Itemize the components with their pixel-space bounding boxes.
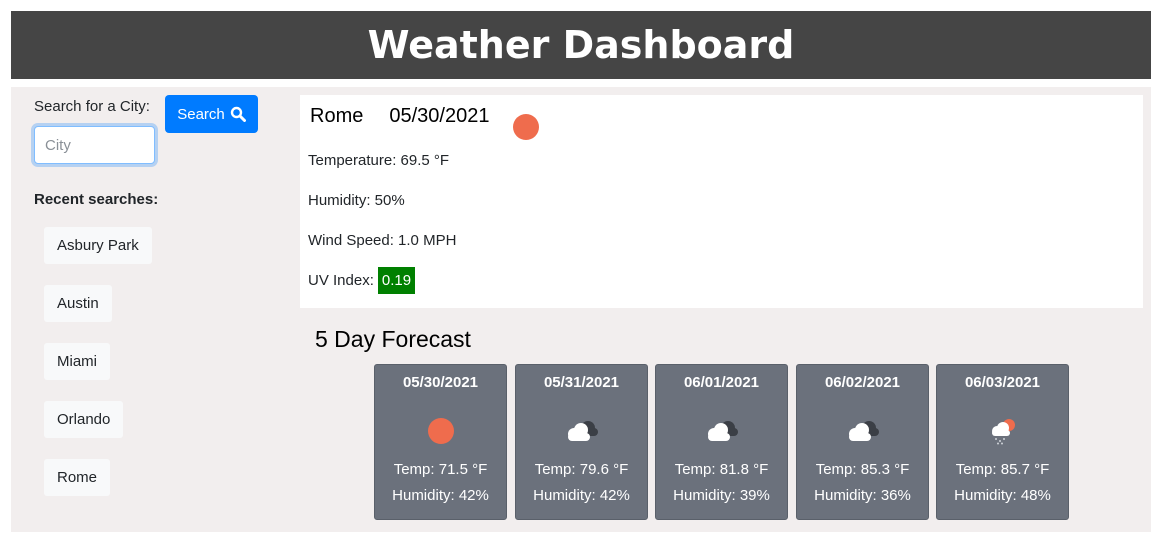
current-temperature: Temperature: 69.5 °F (308, 152, 450, 169)
sun-icon (427, 418, 454, 444)
forecast-temp: Temp: 85.3 °F (815, 461, 910, 478)
forecast-humidity: Humidity: 36% (814, 487, 911, 504)
recent-search-item[interactable]: Rome (44, 459, 111, 496)
current-weather-title: Rome 05/30/2021 (310, 105, 489, 128)
uv-index-label: UV Index: (308, 272, 374, 289)
forecast-card: 06/01/2021 Temp: 81.8 °F Humidity: 39% (655, 364, 788, 520)
search-button-label: Search (177, 105, 225, 123)
forecast-temp: Temp: 81.8 °F (674, 461, 769, 478)
sun-rain-icon (991, 419, 1015, 445)
recent-search-item[interactable]: Orlando (44, 401, 124, 438)
forecast-humidity: Humidity: 39% (673, 487, 770, 504)
current-wind-speed: Wind Speed: 1.0 MPH (308, 232, 457, 249)
main-panel: Search for a City: Search Recent searche… (11, 87, 1151, 532)
forecast-card: 06/02/2021 Temp: 85.3 °F Humidity: 36% (796, 364, 929, 520)
forecast-date: 05/31/2021 (543, 374, 620, 391)
forecast-date: 06/01/2021 (683, 374, 760, 391)
current-city: Rome (310, 105, 364, 127)
current-uv-index: UV Index: 0.19 (308, 267, 416, 294)
search-label: Search for a City: (34, 98, 150, 115)
forecast-card: 05/30/2021 Temp: 71.5 °F Humidity: 42% (374, 364, 507, 520)
cloud-icon (848, 421, 879, 441)
current-humidity: Humidity: 50% (308, 192, 405, 209)
forecast-title: 5 Day Forecast (315, 326, 471, 352)
forecast-date: 05/30/2021 (402, 374, 479, 391)
cloud-icon (707, 421, 738, 441)
city-search-input[interactable] (34, 126, 155, 164)
sun-icon (513, 114, 539, 140)
forecast-date: 06/03/2021 (964, 374, 1041, 391)
forecast-temp: Temp: 85.7 °F (955, 461, 1050, 478)
recent-search-item[interactable]: Austin (44, 285, 112, 322)
search-button[interactable]: Search (165, 95, 258, 133)
cloud-icon (567, 421, 598, 441)
app-header: Weather Dashboard (11, 11, 1151, 79)
forecast-card: 05/31/2021 Temp: 79.6 °F Humidity: 42% (515, 364, 648, 520)
forecast-humidity: Humidity: 42% (533, 487, 630, 504)
forecast-temp: Temp: 71.5 °F (393, 461, 488, 478)
forecast-humidity: Humidity: 42% (392, 487, 489, 504)
recent-searches-label: Recent searches: (34, 191, 159, 208)
forecast-temp: Temp: 79.6 °F (534, 461, 629, 478)
recent-search-item[interactable]: Asbury Park (44, 227, 152, 264)
current-weather-card: Rome 05/30/2021 Temperature: 69.5 °F Hum… (300, 95, 1143, 308)
forecast-date: 06/02/2021 (824, 374, 901, 391)
forecast-card: 06/03/2021 Temp: 85.7 °F Humidity: 48% (936, 364, 1069, 520)
uv-index-badge: 0.19 (377, 267, 416, 294)
search-icon (230, 106, 246, 122)
current-date: 05/30/2021 (389, 105, 490, 127)
page-title: Weather Dashboard (367, 23, 795, 67)
forecast-humidity: Humidity: 48% (954, 487, 1051, 504)
recent-search-item[interactable]: Miami (44, 343, 110, 380)
